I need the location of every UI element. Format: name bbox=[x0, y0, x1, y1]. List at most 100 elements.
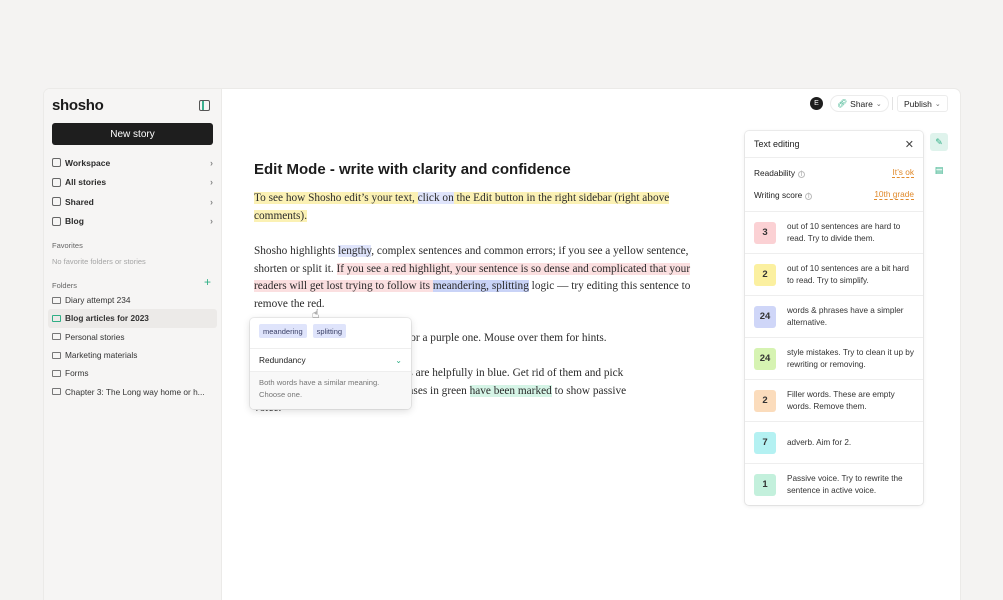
toolbar-divider bbox=[892, 97, 893, 110]
sidebar-item-label: Workspace bbox=[65, 157, 111, 168]
folder-icon bbox=[52, 296, 61, 304]
folder-item[interactable]: Chapter 3: The Long way home or h... bbox=[48, 382, 217, 400]
writing-score-metric: Writing score i 10th grade bbox=[754, 189, 914, 200]
chevron-down-icon: ⌄ bbox=[934, 100, 941, 108]
blog-icon bbox=[52, 216, 61, 226]
folder-icon bbox=[52, 314, 61, 322]
folder-label: Personal stories bbox=[65, 331, 125, 342]
issue-item[interactable]: 1 Passive voice. Try to rewrite the sent… bbox=[745, 463, 923, 505]
issue-text: out of 10 sentences are hard to read. Tr… bbox=[787, 221, 901, 243]
edit-pen-icon[interactable]: ✎ bbox=[930, 133, 948, 151]
workspace-icon bbox=[52, 158, 61, 168]
issue-count-badge: 24 bbox=[754, 305, 776, 328]
issue-item[interactable]: 7 adverb. Aim for 2. bbox=[745, 421, 923, 463]
info-icon[interactable]: i bbox=[798, 170, 806, 178]
chevron-right-icon: › bbox=[210, 196, 213, 207]
suggestion-chips: meandering splitting bbox=[259, 324, 347, 338]
issue-text: Passive voice. Try to rewrite the senten… bbox=[787, 473, 903, 495]
panel-title: Text editing bbox=[754, 139, 800, 149]
issue-text: words & phrases have a simpler alternati… bbox=[787, 305, 904, 327]
paragraph-2[interactable]: Shosho highlights lengthy, complex sente… bbox=[254, 243, 699, 313]
issue-count-badge: 3 bbox=[754, 221, 776, 244]
readability-value[interactable]: It’s ok bbox=[892, 167, 914, 178]
collapse-sidebar-icon[interactable] bbox=[199, 100, 210, 111]
redundancy-highlight-selected[interactable]: meandering, splitting bbox=[432, 280, 529, 293]
publish-label: Publish bbox=[904, 98, 932, 109]
folder-label: Diary attempt 234 bbox=[65, 295, 131, 306]
folder-item[interactable]: Marketing materials bbox=[48, 346, 217, 364]
simpler-alternative-highlight[interactable]: lengthy bbox=[338, 245, 372, 257]
app-window: shosho New story Workspace › All stories… bbox=[44, 89, 960, 600]
issue-text: out of 10 sentences are a bit hard to re… bbox=[787, 263, 909, 285]
issue-item[interactable]: 2 out of 10 sentences are a bit hard to … bbox=[745, 253, 923, 295]
folder-label: Chapter 3: The Long way home or h... bbox=[65, 386, 205, 397]
chevron-down-icon: ⌄ bbox=[875, 100, 882, 108]
chevron-right-icon: › bbox=[210, 177, 213, 188]
new-story-button[interactable]: New story bbox=[52, 123, 213, 145]
app-logo: shosho bbox=[52, 97, 104, 114]
add-folder-icon[interactable]: + bbox=[204, 276, 211, 288]
folder-label: Forms bbox=[65, 368, 89, 379]
close-icon[interactable]: ✕ bbox=[905, 138, 914, 151]
folder-label: Marketing materials bbox=[65, 350, 138, 361]
favorites-heading: Favorites bbox=[52, 241, 83, 250]
hard-sentence-highlight[interactable]: To see how Shosho edit’s your text, clic… bbox=[254, 192, 670, 222]
sidebar-item-shared[interactable]: Shared › bbox=[52, 192, 213, 212]
sidebar-item-workspace[interactable]: Workspace › bbox=[52, 153, 213, 173]
suggestion-chip[interactable]: meandering bbox=[259, 324, 307, 338]
paragraph-3[interactable]: d for a purple one. Mouse over them for … bbox=[398, 330, 698, 348]
issue-item[interactable]: 24 style mistakes. Try to clean it up by… bbox=[745, 337, 923, 379]
comments-icon[interactable]: ▤ bbox=[930, 161, 948, 179]
issue-count-badge: 2 bbox=[754, 263, 776, 286]
user-avatar[interactable]: E bbox=[810, 97, 823, 110]
link-icon: 🔗︎ bbox=[837, 99, 848, 108]
folder-icon bbox=[52, 351, 61, 359]
readability-metric: Readability i It’s ok bbox=[754, 167, 914, 178]
folder-item[interactable]: Personal stories bbox=[48, 328, 217, 346]
issue-item[interactable]: 3 out of 10 sentences are hard to read. … bbox=[745, 211, 923, 253]
issue-type-label: Redundancy bbox=[259, 355, 306, 365]
issue-type-dropdown[interactable]: Redundancy ⌄ bbox=[250, 348, 411, 372]
sidebar-item-label: All stories bbox=[65, 177, 107, 188]
info-icon[interactable]: i bbox=[805, 192, 813, 200]
readability-label: Readability bbox=[754, 167, 796, 178]
panel-header: Text editing ✕ bbox=[745, 131, 923, 158]
passive-voice-highlight[interactable]: have been marked bbox=[469, 384, 552, 397]
folder-item[interactable]: Forms bbox=[48, 364, 217, 382]
publish-button[interactable]: Publish ⌄ bbox=[897, 95, 948, 112]
hand-cursor-icon: ☝︎ bbox=[312, 307, 320, 321]
issue-text: Filler words. These are empty words. Rem… bbox=[787, 389, 895, 411]
issue-count-badge: 2 bbox=[754, 389, 776, 412]
writing-score-value[interactable]: 10th grade bbox=[874, 189, 914, 200]
shared-icon bbox=[52, 197, 61, 207]
issue-count-badge: 7 bbox=[754, 431, 776, 454]
folder-item-active[interactable]: Blog articles for 2023 bbox=[48, 309, 217, 328]
folders-heading: Folders bbox=[52, 281, 78, 290]
document-icon bbox=[52, 177, 61, 187]
issue-count-badge: 1 bbox=[754, 473, 776, 496]
story-title[interactable]: Edit Mode - write with clarity and confi… bbox=[254, 161, 571, 178]
text-editing-panel: Text editing ✕ Readability i It’s ok Writ… bbox=[745, 131, 923, 505]
folder-icon bbox=[52, 388, 61, 396]
suggestion-popover: meandering splitting Redundancy ⌄ Both w… bbox=[250, 318, 411, 409]
paragraph-1[interactable]: To see how Shosho edit’s your text, clic… bbox=[254, 190, 699, 225]
sidebar-item-all-stories[interactable]: All stories › bbox=[52, 173, 213, 193]
sidebar-item-blog[interactable]: Blog › bbox=[52, 212, 213, 232]
sidebar-item-label: Shared bbox=[65, 196, 94, 207]
issue-text: style mistakes. Try to clean it up by re… bbox=[787, 347, 914, 369]
issue-count-badge: 24 bbox=[754, 347, 776, 370]
issue-description: Both words have a similar meaning. Choos… bbox=[250, 372, 411, 409]
suggestion-chip[interactable]: splitting bbox=[312, 324, 347, 338]
simpler-alternative-highlight[interactable]: click on bbox=[417, 192, 454, 204]
folder-icon bbox=[52, 369, 61, 377]
issue-text: adverb. Aim for 2. bbox=[787, 437, 852, 447]
chevron-right-icon: › bbox=[210, 157, 213, 168]
issue-item[interactable]: 24 words & phrases have a simpler altern… bbox=[745, 295, 923, 337]
issue-item[interactable]: 2 Filler words. These are empty words. R… bbox=[745, 379, 923, 421]
folder-item[interactable]: Diary attempt 234 bbox=[48, 291, 217, 309]
sidebar: shosho New story Workspace › All stories… bbox=[44, 89, 222, 600]
share-label: Share bbox=[850, 98, 873, 109]
sidebar-item-label: Blog bbox=[65, 216, 84, 227]
chevron-right-icon: › bbox=[210, 216, 213, 227]
share-button[interactable]: 🔗︎ Share ⌄ bbox=[830, 95, 889, 112]
